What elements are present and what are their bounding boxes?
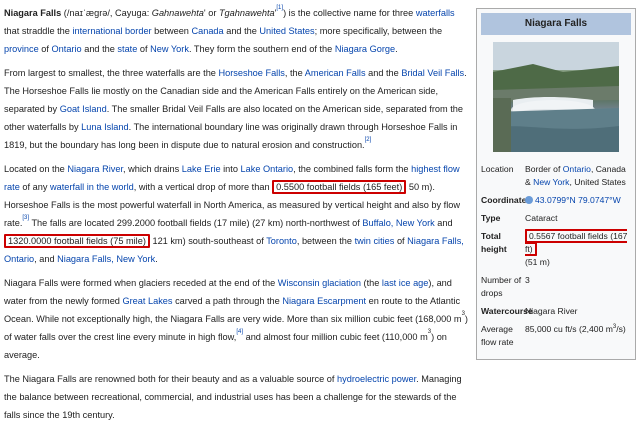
link-new-york[interactable]: New York (150, 44, 189, 54)
article-body: Niagara Falls (/naɪˈæɡrə/, Cayuga: Gahna… (4, 4, 468, 430)
link-waterfalls[interactable]: waterfalls (416, 8, 455, 18)
link-toronto[interactable]: Toronto (266, 236, 297, 246)
highlighted-conversion-drop: 0.5500 football fields (165 feet) (272, 180, 407, 194)
link-ontario-infobox[interactable]: Ontario (563, 164, 591, 174)
link-buffalo[interactable]: Buffalo, New York (362, 218, 434, 228)
paragraph-formation: Niagara Falls were formed when glaciers … (4, 278, 468, 360)
link-american-falls[interactable]: American Falls (305, 68, 366, 78)
link-province[interactable]: province (4, 44, 39, 54)
link-wisconsin-glaciation[interactable]: Wisconsin glaciation (278, 278, 361, 288)
infobox-row-height: Total height 0.5567 football fields (167… (481, 229, 628, 267)
link-great-lakes[interactable]: Great Lakes (122, 296, 172, 306)
coordinates-link[interactable]: 43.0799°N 79.0747°W (535, 195, 621, 205)
globe-icon (525, 196, 533, 204)
link-united-states[interactable]: United States (259, 26, 314, 36)
article-subject: Niagara Falls (4, 8, 62, 18)
infobox-row-drops: Number of drops 3 (481, 275, 530, 298)
infobox-title: Niagara Falls (481, 13, 631, 35)
link-ontario[interactable]: Ontario (52, 44, 82, 54)
infobox-row-type: Type Cataract (481, 213, 558, 223)
link-canada[interactable]: Canada (191, 26, 223, 36)
link-bridal-veil-falls[interactable]: Bridal Veil Falls (401, 68, 464, 78)
link-luna-island[interactable]: Luna Island (81, 122, 129, 132)
infobox: Niagara Falls Location Border of Ontario… (476, 8, 636, 360)
link-niagara-gorge[interactable]: Niagara Gorge (335, 44, 395, 54)
highlighted-conversion-distance: 1320.0000 football fields (75 mile) (4, 234, 150, 248)
link-twin-cities[interactable]: twin cities (355, 236, 395, 246)
link-new-york-infobox[interactable]: New York (533, 177, 569, 187)
niagara-falls-photo[interactable] (493, 42, 619, 152)
infobox-row-watercourse: Watercourse Niagara River (481, 306, 578, 316)
infobox-row-coordinates: Coordinates 43.0799°N 79.0747°W (481, 195, 621, 205)
paragraph-renown: The Niagara Falls are renowned both for … (4, 374, 462, 420)
link-goat-island[interactable]: Goat Island (60, 104, 107, 114)
infobox-row-location: Location Border of Ontario, Canada & New… (481, 164, 626, 187)
highlighted-total-height: 0.5567 football fields (167 ft) (525, 229, 628, 256)
link-niagara-escarpment[interactable]: Niagara Escarpment (282, 296, 366, 306)
link-horseshoe-falls[interactable]: Horseshoe Falls (218, 68, 284, 78)
paragraph-location: Located on the Niagara River, which drai… (4, 164, 464, 264)
link-international-border[interactable]: international border (72, 26, 151, 36)
paragraph-intro: Niagara Falls (/naɪˈæɡrə/, Cayuga: Gahna… (4, 5, 455, 54)
link-last-ice-age[interactable]: last ice age (382, 278, 428, 288)
link-niagara-river[interactable]: Niagara River (67, 164, 123, 174)
citation-link[interactable]: [2] (365, 137, 372, 143)
link-state[interactable]: state (117, 44, 137, 54)
falls-photo-drawing (493, 42, 619, 152)
link-waterfall-in-world[interactable]: waterfall in the world (50, 182, 134, 192)
link-niagara-falls-new-york[interactable]: Niagara Falls, New York (57, 254, 155, 264)
link-lake-erie[interactable]: Lake Erie (182, 164, 221, 174)
link-hydroelectric-power[interactable]: hydroelectric power (337, 374, 416, 384)
link-lake-ontario[interactable]: Lake Ontario (241, 164, 294, 174)
infobox-row-flow: Average flow rate 85,000 cu ft/s (2,400 … (481, 324, 626, 347)
paragraph-waterfalls: From largest to smallest, the three wate… (4, 68, 467, 150)
